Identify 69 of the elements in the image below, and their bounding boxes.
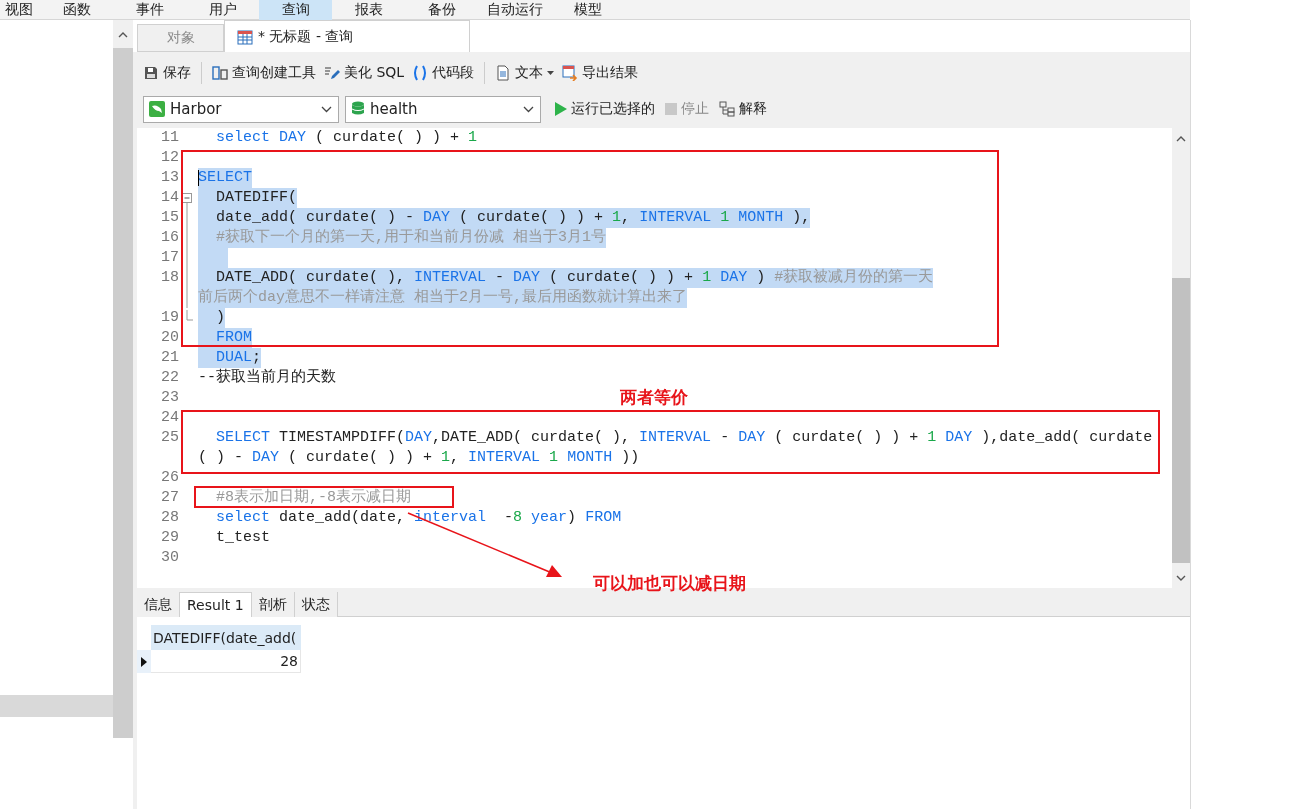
- pencil-icon: [324, 65, 340, 81]
- menu-item[interactable]: 用户: [186, 0, 259, 20]
- line-number: 16: [160, 228, 180, 248]
- table-icon: [237, 28, 253, 45]
- parentheses-icon: [412, 65, 429, 81]
- toolbar-button[interactable]: 文本: [495, 64, 555, 82]
- line-number: 24: [160, 408, 180, 428]
- annotation-text: 两者等价: [620, 386, 688, 409]
- toolbar-button[interactable]: 导出结果: [562, 64, 639, 82]
- line-number: 17: [160, 248, 180, 268]
- fold-toggle-icon[interactable]: [182, 193, 192, 208]
- line-number: 21: [160, 348, 180, 368]
- line-number: 14: [160, 188, 180, 208]
- tab[interactable]: * 无标题 - 查询: [224, 20, 470, 52]
- tab[interactable]: 剖析: [251, 592, 295, 617]
- line-number: 29: [160, 528, 180, 548]
- toolbar-button[interactable]: 保存: [143, 64, 191, 82]
- export-icon: [562, 65, 579, 81]
- toolbar-button[interactable]: 代码段: [412, 64, 475, 82]
- line-number: 23: [160, 388, 180, 408]
- menu-item[interactable]: 报表: [332, 0, 405, 20]
- scroll-down-icon[interactable]: [1176, 574, 1186, 582]
- menu-item[interactable]: 视图: [0, 0, 40, 20]
- menu-item[interactable]: 查询: [259, 0, 332, 20]
- toolbar-button[interactable]: 运行已选择的: [555, 100, 655, 118]
- line-number: 20: [160, 328, 180, 348]
- line-number: 19: [160, 308, 180, 328]
- line-number: 30: [160, 548, 180, 568]
- line-number: 18: [160, 268, 180, 288]
- toolbar-button[interactable]: 查询创建工具: [212, 64, 316, 82]
- tab[interactable]: 信息: [137, 592, 180, 617]
- column-header[interactable]: DATEDIFF(date_add(: [151, 625, 301, 650]
- line-number: 27: [160, 488, 180, 508]
- menu-item[interactable]: 自动运行: [478, 0, 551, 20]
- line-number: 11: [160, 128, 180, 148]
- database-icon: [351, 101, 365, 117]
- line-number: 22: [160, 368, 180, 388]
- line-number: 12: [160, 148, 180, 168]
- line-number: 26: [160, 468, 180, 488]
- table-icon: [212, 65, 228, 81]
- tab[interactable]: 状态: [294, 592, 338, 617]
- database-select[interactable]: health: [345, 95, 541, 123]
- menu-item[interactable]: 模型: [551, 0, 624, 20]
- menu-item[interactable]: 备份: [405, 0, 478, 20]
- current-row-icon: [141, 656, 147, 667]
- connection-select[interactable]: Harbor: [143, 95, 339, 123]
- scroll-up-icon[interactable]: [118, 30, 128, 38]
- explain-icon: [719, 101, 735, 117]
- menu-item[interactable]: 事件: [113, 0, 186, 20]
- chevron-down-icon: [321, 105, 332, 113]
- line-number: 15: [160, 208, 180, 228]
- document-icon: [495, 65, 512, 81]
- chevron-down-icon: [523, 105, 534, 113]
- scrollbar[interactable]: [113, 20, 133, 738]
- play-icon: [555, 102, 567, 116]
- line-number: 25: [160, 428, 180, 448]
- annotation-text: 可以加也可以减日期: [593, 572, 746, 595]
- dolphin-icon: [149, 101, 165, 117]
- toolbar-button[interactable]: 美化 SQL: [324, 64, 405, 82]
- save-icon: [143, 65, 159, 81]
- line-number: 28: [160, 508, 180, 528]
- row-header[interactable]: [137, 650, 151, 673]
- menu-item[interactable]: 函数: [40, 0, 113, 20]
- stop-icon: [665, 103, 677, 115]
- scroll-up-icon[interactable]: [1176, 134, 1186, 142]
- tab[interactable]: Result 1: [180, 592, 252, 617]
- line-number: 13: [160, 168, 180, 188]
- toolbar-button[interactable]: 解释: [719, 100, 767, 118]
- table-cell: 28: [151, 650, 301, 673]
